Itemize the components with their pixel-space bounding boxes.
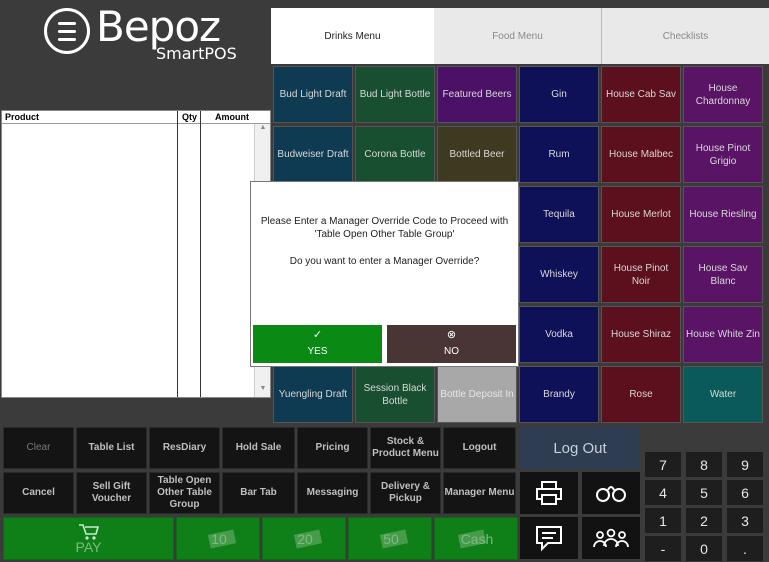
menu-item[interactable]: House Pinot Grigio bbox=[683, 126, 763, 183]
column-divider bbox=[200, 111, 201, 397]
dialog-message-line1: Please Enter a Manager Override Code to … bbox=[260, 216, 509, 227]
security-button[interactable] bbox=[582, 472, 640, 514]
menu-item[interactable]: House Sav Blanc bbox=[683, 246, 763, 303]
menu-item[interactable]: Bud Light Bottle bbox=[355, 66, 435, 123]
column-amount: Amount bbox=[215, 112, 249, 122]
cancel-icon: ⊗ bbox=[446, 329, 457, 341]
menu-item[interactable]: Vodka bbox=[519, 306, 599, 363]
handcuffs-icon bbox=[596, 486, 626, 502]
cash-10-button[interactable]: 10 bbox=[176, 517, 260, 560]
hold-sale-button[interactable]: Hold Sale bbox=[222, 427, 295, 469]
keypad-key[interactable]: 1 bbox=[645, 508, 681, 533]
manager-override-dialog: Please Enter a Manager Override Code to … bbox=[250, 181, 519, 367]
keypad-key[interactable]: 3 bbox=[727, 508, 763, 533]
logo: Bepoz SmartPOS bbox=[0, 0, 271, 108]
menu-item[interactable]: House Merlot bbox=[601, 186, 681, 243]
column-qty: Qty bbox=[182, 112, 198, 122]
pricing-button[interactable]: Pricing bbox=[297, 427, 368, 469]
message-button[interactable] bbox=[520, 517, 578, 559]
clear-button[interactable]: Clear bbox=[3, 427, 74, 469]
yes-label: YES bbox=[307, 346, 328, 357]
menu-item[interactable]: Water bbox=[683, 366, 763, 423]
menu-item[interactable]: Gin bbox=[519, 66, 599, 123]
table-list-button[interactable]: Table List bbox=[76, 427, 147, 469]
pay-label: PAY bbox=[75, 539, 102, 555]
menu-icon[interactable] bbox=[44, 8, 90, 54]
keypad-key[interactable]: 5 bbox=[686, 480, 722, 505]
keypad-key[interactable]: 0 bbox=[686, 536, 722, 561]
manager-menu-button[interactable]: Manager Menu bbox=[443, 472, 516, 514]
keypad-key[interactable]: 7 bbox=[645, 452, 681, 477]
no-button[interactable]: ⊗ NO bbox=[387, 325, 516, 363]
menu-item[interactable]: Tequila bbox=[519, 186, 599, 243]
menu-item[interactable]: House Malbec bbox=[601, 126, 681, 183]
messaging-button[interactable]: Messaging bbox=[297, 472, 368, 514]
dialog-question: Do you want to enter a Manager Override? bbox=[289, 256, 480, 267]
cash-10-label: 10 bbox=[211, 530, 227, 547]
sell-gift-voucher-button[interactable]: Sell Gift Voucher bbox=[76, 472, 147, 514]
menu-item[interactable]: Rose bbox=[601, 366, 681, 423]
keypad-key[interactable]: 9 bbox=[727, 452, 763, 477]
customers-button[interactable] bbox=[582, 517, 640, 559]
menu-item[interactable]: Rum bbox=[519, 126, 599, 183]
pay-button[interactable]: PAY bbox=[3, 517, 174, 560]
scroll-up-icon[interactable]: ▲ bbox=[255, 124, 271, 136]
cash-button[interactable]: Cash bbox=[434, 517, 518, 560]
printer-icon bbox=[536, 481, 562, 505]
keypad-key[interactable]: 2 bbox=[686, 508, 722, 533]
cash-label: Cash bbox=[460, 530, 494, 547]
tab-drinks-menu[interactable]: Drinks Menu bbox=[271, 8, 434, 64]
column-product: Product bbox=[5, 112, 40, 122]
menu-item[interactable]: House Shiraz bbox=[601, 306, 681, 363]
menu-item[interactable]: Session Black Bottle bbox=[355, 366, 435, 423]
tab-checklists[interactable]: Checklists bbox=[602, 8, 769, 64]
menu-item[interactable]: Bottled Beer bbox=[437, 126, 517, 183]
dialog-message-line2: 'Table Open Other Table Group' bbox=[314, 229, 455, 240]
keypad-key[interactable]: 8 bbox=[686, 452, 722, 477]
column-divider bbox=[177, 111, 178, 397]
menu-item[interactable]: Corona Bottle bbox=[355, 126, 435, 183]
scroll-down-icon[interactable]: ▼ bbox=[255, 385, 271, 397]
menu-item[interactable]: House White Zin bbox=[683, 306, 763, 363]
menu-item[interactable]: Featured Beers bbox=[437, 66, 517, 123]
order-table[interactable]: Product Qty Amount ▲ ▼ bbox=[1, 110, 271, 398]
resdiary-button[interactable]: ResDiary bbox=[149, 427, 220, 469]
menu-item[interactable]: Whiskey bbox=[519, 246, 599, 303]
cash-20-label: 20 bbox=[297, 530, 313, 547]
table-open-other-group-button[interactable]: Table Open Other Table Group bbox=[149, 472, 220, 514]
keypad-key[interactable]: 4 bbox=[645, 480, 681, 505]
menu-tabs: Drinks Menu Food Menu Checklists bbox=[271, 0, 769, 64]
tab-food-menu[interactable]: Food Menu bbox=[434, 8, 602, 64]
print-button[interactable] bbox=[520, 472, 578, 514]
yes-button[interactable]: ✓ YES bbox=[253, 325, 382, 363]
no-label: NO bbox=[444, 346, 459, 357]
menu-item[interactable]: House Cab Sav bbox=[601, 66, 681, 123]
product-name: SmartPOS bbox=[156, 44, 237, 63]
cash-50-button[interactable]: 50 bbox=[348, 517, 432, 560]
menu-item[interactable]: House Riesling bbox=[683, 186, 763, 243]
keypad-key[interactable]: 6 bbox=[727, 480, 763, 505]
cash-50-label: 50 bbox=[383, 530, 399, 547]
stock-product-menu-button[interactable]: Stock & Product Menu bbox=[370, 427, 441, 469]
menu-item[interactable]: House Chardonnay bbox=[683, 66, 763, 123]
log-out-button[interactable]: Log Out bbox=[520, 427, 640, 469]
keypad-key[interactable]: - bbox=[645, 536, 681, 561]
order-table-header: Product Qty Amount bbox=[2, 111, 270, 124]
menu-item[interactable]: Bud Light Draft bbox=[273, 66, 353, 123]
menu-item[interactable]: Budweiser Draft bbox=[273, 126, 353, 183]
cancel-button[interactable]: Cancel bbox=[3, 472, 74, 514]
group-icon bbox=[593, 528, 629, 548]
menu-item[interactable]: House Pinot Noir bbox=[601, 246, 681, 303]
menu-item[interactable]: Bottle Deposit In bbox=[437, 366, 517, 423]
cash-20-button[interactable]: 20 bbox=[262, 517, 346, 560]
menu-item[interactable]: Yuengling Draft bbox=[273, 366, 353, 423]
keypad-key[interactable]: . bbox=[727, 536, 763, 561]
logout-function-button[interactable]: Logout bbox=[443, 427, 516, 469]
check-icon: ✓ bbox=[312, 329, 323, 341]
menu-item[interactable]: Brandy bbox=[519, 366, 599, 423]
delivery-pickup-button[interactable]: Delivery & Pickup bbox=[370, 472, 441, 514]
bar-tab-button[interactable]: Bar Tab bbox=[222, 472, 295, 514]
message-icon bbox=[536, 526, 562, 552]
